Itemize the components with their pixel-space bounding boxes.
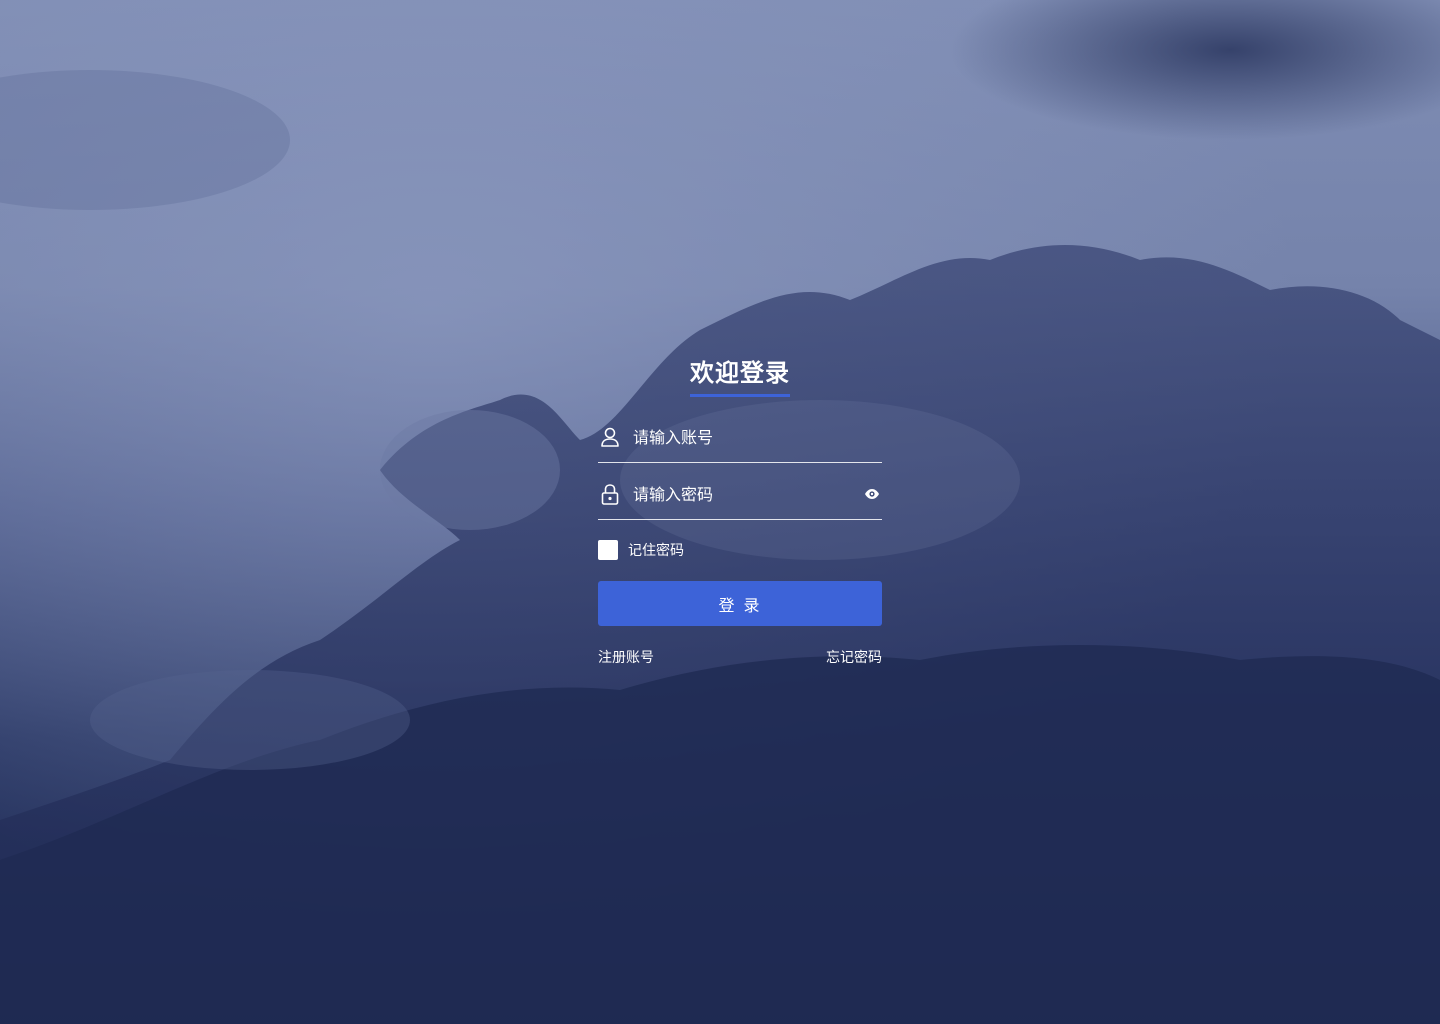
- account-field: [598, 412, 882, 463]
- title-wrap: 欢迎登录: [598, 356, 882, 400]
- login-page: 欢迎登录 记住密码 登 录: [0, 0, 1440, 1024]
- remember-row: 记住密码: [598, 540, 882, 562]
- account-input[interactable]: [633, 424, 853, 450]
- register-link[interactable]: 注册账号: [598, 648, 654, 668]
- auth-links: 注册账号 忘记密码: [598, 648, 882, 668]
- password-input[interactable]: [633, 481, 853, 507]
- login-title: 欢迎登录: [690, 356, 790, 397]
- lock-icon: [601, 484, 619, 505]
- eye-icon[interactable]: [864, 487, 880, 501]
- remember-label[interactable]: 记住密码: [628, 541, 684, 561]
- login-button[interactable]: 登 录: [598, 581, 882, 626]
- password-field: [598, 469, 882, 520]
- forgot-password-link[interactable]: 忘记密码: [826, 648, 882, 668]
- remember-checkbox[interactable]: [598, 540, 618, 560]
- user-icon: [601, 427, 619, 447]
- login-form: 欢迎登录 记住密码 登 录: [598, 356, 882, 668]
